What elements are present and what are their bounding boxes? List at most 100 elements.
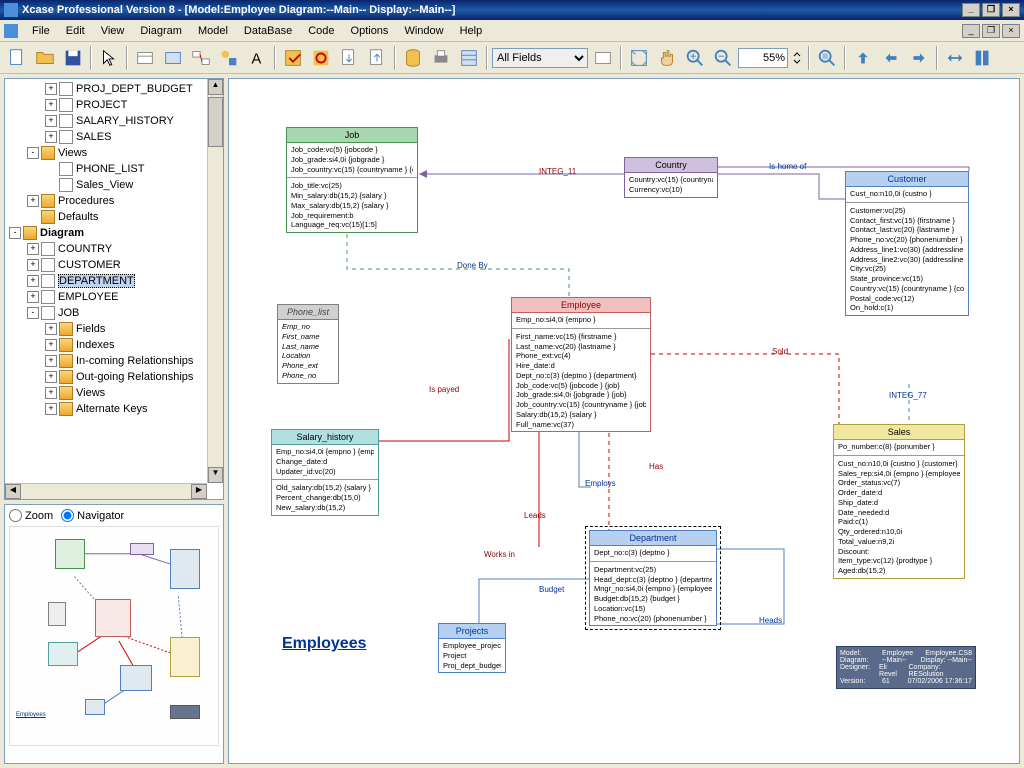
tree-node-customer[interactable]: +CUSTOMER (5, 257, 223, 273)
tree-expand-icon[interactable]: + (45, 403, 57, 415)
fields-filter-button[interactable] (590, 45, 616, 71)
layout-button[interactable] (970, 45, 996, 71)
menu-file[interactable]: File (24, 23, 58, 39)
browse-button[interactable] (456, 45, 482, 71)
tree-node-procedures[interactable]: +Procedures (5, 193, 223, 209)
pointer-button[interactable] (96, 45, 122, 71)
entity-projects[interactable]: Projects Employee_projectProjectProj_dep… (438, 623, 506, 673)
zoom-in-button[interactable] (682, 45, 708, 71)
import-button[interactable] (336, 45, 362, 71)
tree-expand-icon[interactable]: + (45, 371, 57, 383)
tree-node-views[interactable]: -Views (5, 145, 223, 161)
tree-node-sales[interactable]: +SALES (5, 129, 223, 145)
tree-node-employee[interactable]: +EMPLOYEE (5, 289, 223, 305)
view-button[interactable] (160, 45, 186, 71)
relation-button[interactable] (188, 45, 214, 71)
entity-sales[interactable]: Sales Po_number:c(8) {ponumber } Cust_no… (833, 424, 965, 579)
menu-window[interactable]: Window (396, 23, 451, 39)
menu-database[interactable]: DataBase (236, 23, 300, 39)
menu-options[interactable]: Options (343, 23, 397, 39)
tree-expand-icon[interactable]: + (45, 115, 57, 127)
tree-node-department[interactable]: +DEPARTMENT (5, 273, 223, 289)
fields-dropdown[interactable]: All Fields (492, 48, 588, 68)
tree-expand-icon[interactable]: - (27, 307, 39, 319)
menu-help[interactable]: Help (452, 23, 491, 39)
tree-expand-icon[interactable]: + (45, 355, 57, 367)
text-button[interactable]: A (244, 45, 270, 71)
tree-expand-icon[interactable]: + (27, 195, 39, 207)
tree-node-job[interactable]: -JOB (5, 305, 223, 321)
export-button[interactable] (364, 45, 390, 71)
tree-node-alternate-keys[interactable]: +Alternate Keys (5, 401, 223, 417)
tree-expand-icon[interactable]: + (45, 83, 57, 95)
print-button[interactable] (428, 45, 454, 71)
entity-job[interactable]: Job Job_code:vc(5) {jobcode }Job_grade:s… (286, 127, 418, 233)
zoom-spinner[interactable] (790, 45, 804, 71)
entity-country[interactable]: Country Country:vc(15) {countryname }Cur… (624, 157, 718, 198)
tree-expand-icon[interactable]: + (45, 339, 57, 351)
tree-expand-icon[interactable]: + (45, 323, 57, 335)
tree-expand-icon[interactable]: + (27, 291, 39, 303)
tree-node-phone-list[interactable]: PHONE_LIST (5, 161, 223, 177)
tree-node-diagram[interactable]: -Diagram (5, 225, 223, 241)
nav-prev-button[interactable] (878, 45, 904, 71)
fit-button[interactable] (626, 45, 652, 71)
tree-panel[interactable]: +PROJ_DEPT_BUDGET+PROJECT+SALARY_HISTORY… (4, 78, 224, 500)
zoom-out-button[interactable] (710, 45, 736, 71)
generate-button[interactable] (280, 45, 306, 71)
tree-node-salary-history[interactable]: +SALARY_HISTORY (5, 113, 223, 129)
drawing-button[interactable] (216, 45, 242, 71)
tree-scrollbar-vertical[interactable]: ▲ ▼ (207, 79, 223, 483)
open-button[interactable] (32, 45, 58, 71)
menu-model[interactable]: Model (190, 23, 236, 39)
menu-code[interactable]: Code (300, 23, 342, 39)
tree-node-indexes[interactable]: +Indexes (5, 337, 223, 353)
expand-horiz-button[interactable] (942, 45, 968, 71)
tree-expand-icon[interactable]: + (27, 259, 39, 271)
tree-node-sales-view[interactable]: Sales_View (5, 177, 223, 193)
tree-expand-icon[interactable]: + (45, 99, 57, 111)
minimize-button[interactable]: _ (962, 3, 980, 17)
nav-up-button[interactable] (850, 45, 876, 71)
save-button[interactable] (60, 45, 86, 71)
tree-node-defaults[interactable]: Defaults (5, 209, 223, 225)
restore-button[interactable]: ❐ (982, 3, 1000, 17)
tree-node-country[interactable]: +COUNTRY (5, 241, 223, 257)
tree-node-fields[interactable]: +Fields (5, 321, 223, 337)
zoom-selection-button[interactable] (814, 45, 840, 71)
zoom-radio[interactable]: Zoom (9, 509, 53, 522)
tree-node-out-going-relationships[interactable]: +Out-going Relationships (5, 369, 223, 385)
nav-next-button[interactable] (906, 45, 932, 71)
database-button[interactable] (400, 45, 426, 71)
diagram-canvas[interactable]: INTEG_11 Is home of Done By Is payed Sol… (228, 78, 1020, 764)
mdi-minimize-button[interactable]: _ (962, 24, 980, 38)
mdi-close-button[interactable]: × (1002, 24, 1020, 38)
pan-button[interactable] (654, 45, 680, 71)
tree-node-views[interactable]: +Views (5, 385, 223, 401)
zoom-input[interactable] (738, 48, 788, 68)
menu-view[interactable]: View (93, 23, 133, 39)
navigator-preview[interactable]: Employees (9, 526, 219, 746)
tree-expand-icon[interactable]: + (27, 243, 39, 255)
tree-node-proj-dept-budget[interactable]: +PROJ_DEPT_BUDGET (5, 81, 223, 97)
entity-employee[interactable]: Employee Emp_no:si4,0i {empno } First_na… (511, 297, 651, 432)
table-button[interactable] (132, 45, 158, 71)
tree-scrollbar-horizontal[interactable]: ◀ ▶ (5, 483, 207, 499)
tree-expand-icon[interactable]: - (27, 147, 39, 159)
close-button[interactable]: × (1002, 3, 1020, 17)
new-button[interactable] (4, 45, 30, 71)
tree-node-in-coming-relationships[interactable]: +In-coming Relationships (5, 353, 223, 369)
mdi-restore-button[interactable]: ❐ (982, 24, 1000, 38)
menu-diagram[interactable]: Diagram (132, 23, 190, 39)
menu-edit[interactable]: Edit (58, 23, 93, 39)
entity-phonelist[interactable]: Phone_list Emp_noFirst_nameLast_nameLoca… (277, 304, 339, 384)
tree-expand-icon[interactable]: + (45, 131, 57, 143)
tree-expand-icon[interactable]: + (45, 387, 57, 399)
navigator-radio[interactable]: Navigator (61, 509, 124, 522)
sync-button[interactable] (308, 45, 334, 71)
tree-node-project[interactable]: +PROJECT (5, 97, 223, 113)
entity-customer[interactable]: Customer Cust_no:n10,0i {custno } Custom… (845, 171, 969, 316)
tree-expand-icon[interactable]: + (27, 275, 39, 287)
tree-expand-icon[interactable]: - (9, 227, 21, 239)
entity-department[interactable]: Department Dept_no:c(3) {deptno } Depart… (589, 530, 717, 626)
